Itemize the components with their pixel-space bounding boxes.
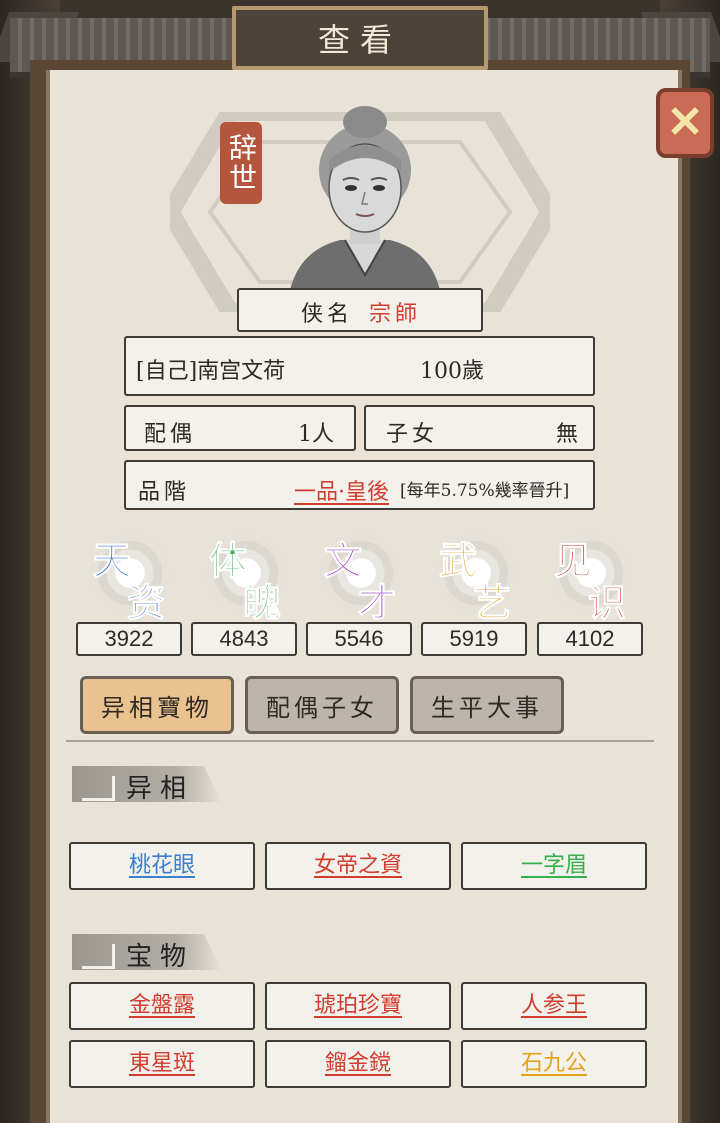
- children-label: 子女: [386, 422, 439, 447]
- section-divider: [66, 740, 654, 742]
- treasure-item[interactable]: 東星斑: [69, 1040, 255, 1088]
- tab-life-events[interactable]: 生平大事: [410, 676, 564, 734]
- treasure-item[interactable]: 人参王: [461, 982, 647, 1030]
- character-name: [自己]南宫文荷: [136, 359, 286, 384]
- identity-box: [自己]南宫文荷 100歲: [124, 336, 595, 396]
- stat-char-2: 识: [587, 580, 627, 626]
- stat-aptitude: 天 资: [75, 528, 185, 626]
- treasure-item[interactable]: 琥珀珍寶: [265, 982, 451, 1030]
- stat-char-1: 体: [208, 538, 248, 584]
- stat-insight: 见 识: [536, 528, 646, 626]
- fret-pattern-icon: [82, 776, 115, 801]
- traits-section-header: 异相: [72, 766, 222, 804]
- treasure-item[interactable]: 石九公: [461, 1040, 647, 1088]
- stat-char-1: 文: [323, 538, 363, 584]
- traits-title: 异相: [126, 774, 195, 804]
- children-box: 子女 無: [364, 405, 595, 451]
- trait-item[interactable]: 桃花眼: [69, 842, 255, 890]
- tab-traits-treasures[interactable]: 异相寶物: [80, 676, 234, 734]
- hero-title-value: 宗師: [369, 302, 422, 327]
- trait-item[interactable]: 一字眉: [461, 842, 647, 890]
- character-portrait: [290, 106, 440, 290]
- stat-char-1: 见: [553, 538, 593, 584]
- children-count: 無: [556, 422, 579, 447]
- stat-physique: 体 魄: [191, 528, 301, 626]
- title-plaque: 查看: [232, 6, 488, 70]
- stat-char-1: 武: [438, 538, 478, 584]
- stat-char-2: 资: [126, 580, 166, 626]
- treasures-section-header: 宝物: [72, 934, 222, 972]
- spouse-count: 1人: [298, 422, 334, 447]
- deceased-badge: 辞世: [220, 122, 262, 204]
- stat-insight-value: 4102: [537, 622, 643, 656]
- close-button[interactable]: ✕: [656, 88, 714, 158]
- stat-char-2: 魄: [242, 580, 282, 626]
- character-age: 100歲: [420, 359, 484, 384]
- rank-label: 品階: [138, 480, 191, 505]
- trait-item[interactable]: 女帝之資: [265, 842, 451, 890]
- stat-martial: 武 艺: [421, 528, 531, 626]
- close-icon: ✕: [666, 97, 704, 148]
- spouse-box: 配偶 1人: [124, 405, 356, 451]
- stat-literary: 文 才: [306, 528, 416, 626]
- treasure-item[interactable]: 鎦金鎲: [265, 1040, 451, 1088]
- page-title: 查看: [317, 21, 402, 59]
- treasures-title: 宝物: [126, 942, 195, 972]
- fret-pattern-icon: [82, 944, 115, 969]
- stat-physique-value: 4843: [191, 622, 297, 656]
- hero-title-label: 侠名: [301, 302, 354, 327]
- stat-char-2: 才: [357, 580, 397, 626]
- rank-note: [每年5.75%幾率晉升]: [400, 481, 570, 501]
- rank-box: 品階 一品·皇後 [每年5.75%幾率晉升]: [124, 460, 595, 510]
- spouse-label: 配偶: [144, 422, 197, 447]
- tab-spouse-children[interactable]: 配偶子女: [245, 676, 399, 734]
- stat-char-1: 天: [92, 538, 132, 584]
- hero-title-box: 侠名 宗師: [237, 288, 483, 332]
- treasure-item[interactable]: 金盤露: [69, 982, 255, 1030]
- stat-literary-value: 5546: [306, 622, 412, 656]
- stat-char-2: 艺: [472, 580, 512, 626]
- rank-value[interactable]: 一品·皇後: [294, 474, 389, 506]
- stat-martial-value: 5919: [421, 622, 527, 656]
- stat-aptitude-value: 3922: [76, 622, 182, 656]
